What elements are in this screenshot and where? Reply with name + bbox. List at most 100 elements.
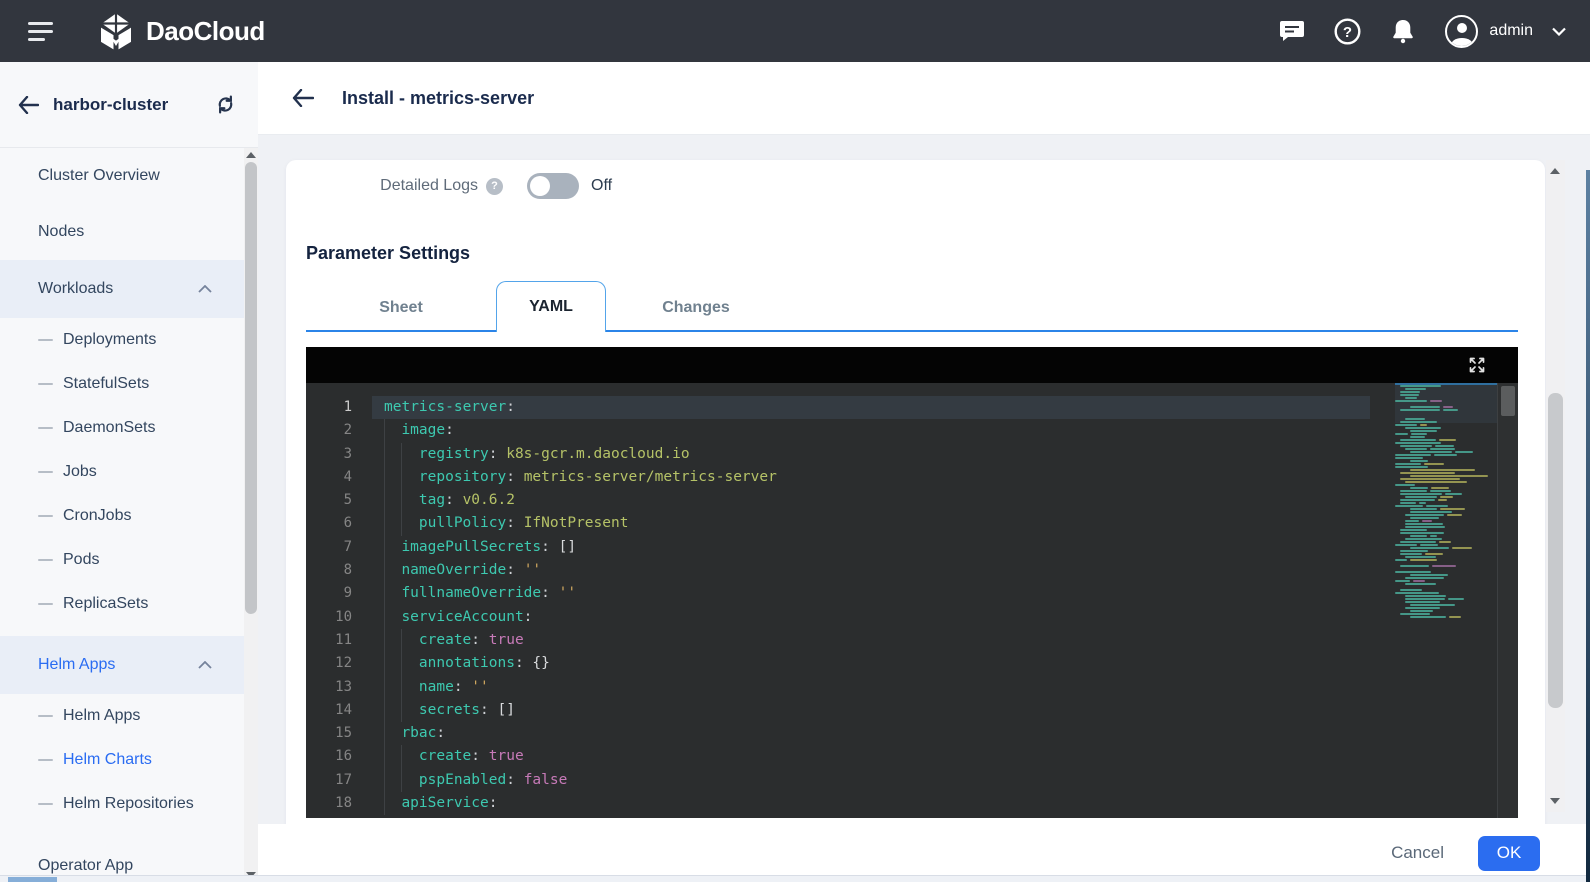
dash-icon [38, 803, 53, 805]
bell-icon[interactable] [1390, 18, 1416, 45]
dash-icon [38, 515, 53, 517]
sidebar-item-label: Operator App [38, 857, 134, 874]
sidebar-item-deployments[interactable]: Deployments [0, 318, 244, 362]
code-line: 3 registry: k8s-gcr.m.daocloud.io [306, 442, 1518, 466]
line-number: 2 [343, 422, 352, 439]
editor-scrollbar[interactable] [1497, 383, 1518, 818]
cluster-name: harbor-cluster [53, 94, 169, 114]
sidebar-item-helm-apps[interactable]: Helm Apps [0, 636, 244, 694]
yaml-editor[interactable]: 1 metrics-server: 2 image: 3 registry: k8s-gc… [306, 347, 1518, 818]
sidebar-item-label: Workloads [38, 280, 114, 297]
dash-icon [38, 383, 53, 385]
ok-button[interactable]: OK [1478, 835, 1540, 871]
cancel-button[interactable]: Cancel [1391, 843, 1444, 863]
message-icon[interactable] [1279, 19, 1305, 43]
code-line: 6 pullPolicy: IfNotPresent [306, 512, 1518, 536]
dash-icon [38, 759, 53, 761]
install-card: Detailed Logs ? Off Parameter Settings S… [286, 160, 1545, 824]
dash-icon [38, 427, 53, 429]
username: admin [1489, 22, 1533, 39]
code-line: 16 create: true [306, 745, 1518, 769]
sidebar-item-label: ReplicaSets [63, 595, 149, 612]
tab-sheet[interactable]: Sheet [306, 283, 496, 332]
user-avatar[interactable] [1445, 14, 1479, 48]
footer-bar: Cancel OK [258, 824, 1590, 882]
line-number: 16 [335, 748, 352, 765]
line-number: 15 [335, 725, 352, 742]
scroll-up-icon[interactable] [246, 152, 256, 158]
window-bottom-edge [0, 875, 1590, 882]
sidebar-item-label: Helm Apps [63, 707, 141, 724]
line-number: 10 [335, 608, 352, 625]
sidebar-item-nodes[interactable]: Nodes [0, 204, 244, 260]
sidebar-item-label: Deployments [63, 331, 157, 348]
tab-bar: Sheet YAML Changes [306, 281, 1518, 332]
svg-text:?: ? [1343, 24, 1352, 41]
sidebar-item-workloads[interactable]: Workloads [0, 260, 244, 318]
sidebar-item-label: Helm Apps [38, 656, 116, 673]
sidebar-item-replicasets[interactable]: ReplicaSets [0, 582, 244, 626]
sidebar-item-label: Jobs [63, 463, 97, 480]
code-line: 14 secrets: [] [306, 698, 1518, 723]
code-line: 11 create: true [306, 628, 1518, 653]
code-line: 5 tag: v0.6.2 [306, 489, 1518, 513]
chevron-up-icon[interactable] [198, 661, 212, 669]
sidebar-item-helm-charts[interactable]: Helm Charts [0, 738, 244, 782]
sidebar-scrollbar[interactable] [244, 148, 258, 882]
code-area[interactable]: 1 metrics-server: 2 image: 3 registry: k8s-gc… [306, 396, 1518, 816]
brand-name: DaoCloud [146, 15, 265, 46]
sidebar-item-statefulsets[interactable]: StatefulSets [0, 362, 244, 406]
dash-icon [38, 339, 53, 341]
scroll-down-icon[interactable] [1550, 798, 1560, 804]
code-line: 17 pspEnabled: false [306, 768, 1518, 793]
line-number: 9 [343, 585, 352, 602]
sidebar-item-helm-apps[interactable]: Helm Apps [0, 694, 244, 738]
sidebar-back-icon[interactable] [18, 95, 39, 114]
sidebar-item-cluster-overview[interactable]: Cluster Overview [0, 148, 244, 204]
line-number: 3 [343, 445, 352, 462]
content-scrollbar[interactable] [1546, 160, 1565, 812]
tab-yaml[interactable]: YAML [496, 281, 606, 332]
sidebar-item-label: Nodes [38, 223, 85, 240]
chevron-up-icon[interactable] [198, 285, 212, 293]
sidebar-item-helm-repositories[interactable]: Helm Repositories [0, 782, 244, 826]
sidebar-scrollbar-thumb[interactable] [245, 162, 257, 614]
editor-toolbar [306, 347, 1518, 383]
toggle-state-label: Off [591, 177, 613, 194]
line-number: 4 [343, 468, 352, 485]
refresh-icon[interactable] [215, 94, 236, 115]
dash-icon [38, 559, 53, 561]
daocloud-logo-icon [100, 11, 132, 50]
scroll-up-icon[interactable] [1550, 168, 1560, 174]
line-number: 1 [343, 399, 352, 415]
line-number: 12 [335, 655, 352, 672]
sidebar-item-pods[interactable]: Pods [0, 538, 244, 582]
sidebar-item-daemonsets[interactable]: DaemonSets [0, 406, 244, 450]
menu-icon[interactable] [28, 17, 54, 46]
sidebar-item-label: StatefulSets [63, 375, 150, 392]
sidebar-item-label: DaemonSets [63, 419, 156, 436]
fullscreen-icon[interactable] [1468, 356, 1486, 374]
sidebar-item-label: Pods [63, 551, 100, 568]
line-number: 5 [343, 492, 352, 509]
page-back-icon[interactable] [292, 89, 314, 107]
sidebar-item-jobs[interactable]: Jobs [0, 450, 244, 494]
line-number: 6 [343, 515, 352, 532]
dash-icon [38, 715, 53, 717]
page-title: Install - metrics-server [342, 87, 535, 108]
line-number: 14 [335, 701, 352, 718]
sidebar: harbor-cluster Cluster Overview Nodes Work… [0, 62, 258, 882]
minimap[interactable] [1395, 385, 1497, 818]
sidebar-item-cronjobs[interactable]: CronJobs [0, 494, 244, 538]
editor-body[interactable]: 1 metrics-server: 2 image: 3 registry: k8s-gc… [306, 383, 1518, 818]
chevron-down-icon[interactable] [1552, 27, 1566, 36]
detailed-logs-toggle[interactable] [527, 173, 579, 199]
dash-icon [38, 603, 53, 605]
help-tooltip-icon[interactable]: ? [486, 177, 503, 195]
help-icon[interactable]: ? [1334, 17, 1361, 45]
content-scrollbar-thumb[interactable] [1548, 393, 1563, 708]
code-line: 9 fullnameOverride: '' [306, 582, 1518, 606]
tab-changes[interactable]: Changes [606, 283, 786, 332]
horizontal-scrollbar-thumb[interactable] [8, 877, 57, 882]
sidebar-nav: Cluster Overview Nodes Workloads Deployment… [0, 148, 258, 882]
